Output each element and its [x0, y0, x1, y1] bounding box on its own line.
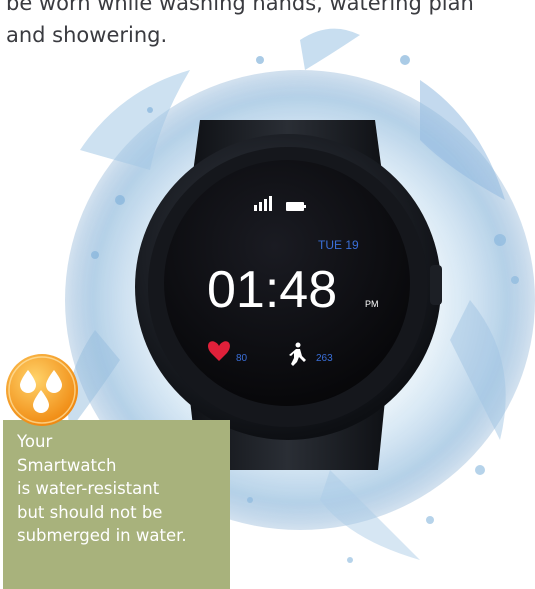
tip-line-4: but should not be	[17, 502, 163, 522]
watch-time: 01:48	[207, 261, 337, 319]
steps-value: 263	[316, 353, 333, 364]
water-drops-icon	[6, 354, 78, 426]
heart-rate-value: 80	[236, 353, 248, 364]
tip-text: Your Smartwatch is water-resistant but s…	[17, 430, 222, 548]
battery-icon	[286, 202, 306, 211]
tip-line-1: Your	[17, 432, 53, 451]
tip-line-2: Smartwatch	[17, 455, 117, 475]
tip-line-5: submerged in water.	[17, 526, 187, 545]
tip-callout-box: Your Smartwatch is water-resistant but s…	[3, 420, 230, 589]
tip-line-3: is water-resistant	[17, 479, 160, 498]
watch-ampm: PM	[365, 299, 379, 309]
watch-date: TUE 19	[318, 238, 359, 252]
